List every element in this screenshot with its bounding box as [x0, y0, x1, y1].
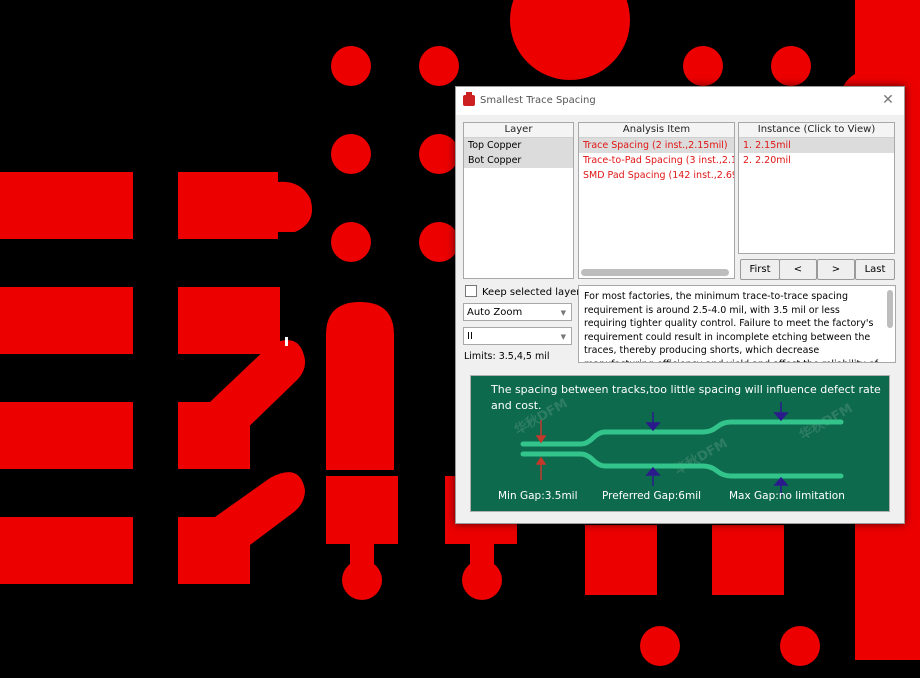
analysis-item-trace-to-pad[interactable]: Trace-to-Pad Spacing (3 inst.,2.15mil): [579, 153, 734, 168]
instance-item-2[interactable]: 2. 2.20mil: [739, 153, 894, 168]
analysis-item-smd-pad[interactable]: SMD Pad Spacing (142 inst.,2.69mil): [579, 168, 734, 183]
last-button[interactable]: Last: [855, 259, 895, 280]
trace-spacing-illustration: 华秋DFM 华秋DFM 华秋DFM The spacing between tr…: [470, 375, 890, 512]
zoom-select-value: Auto Zoom: [467, 307, 523, 318]
limits-text: Limits: 3.5,4,5 mil: [464, 351, 550, 362]
keep-selected-layers-label: Keep selected layers: [482, 287, 586, 298]
title-bar[interactable]: Smallest Trace Spacing ✕: [456, 87, 904, 115]
chevron-down-icon: ▼: [560, 333, 566, 341]
preferred-gap-label: Preferred Gap:6mil: [602, 490, 702, 502]
app-logo-icon: [463, 92, 475, 106]
instance-item-1[interactable]: 1. 2.15mil: [739, 138, 894, 153]
secondary-select[interactable]: II ▼: [463, 327, 572, 345]
horizontal-scrollbar[interactable]: [581, 269, 729, 276]
analysis-panel-header: Analysis Item: [579, 123, 734, 138]
max-gap-label: Max Gap:no limitation: [729, 490, 845, 502]
close-icon[interactable]: ✕: [880, 92, 896, 108]
instance-panel: Instance (Click to View) 1. 2.15mil 2. 2…: [738, 122, 895, 254]
description-text: For most factories, the minimum trace-to…: [584, 291, 878, 362]
analysis-item-trace-spacing[interactable]: Trace Spacing (2 inst.,2.15mil): [579, 138, 734, 153]
layer-item-bot-copper[interactable]: Bot Copper: [464, 153, 573, 168]
description-box[interactable]: For most factories, the minimum trace-to…: [578, 285, 896, 363]
secondary-select-value: II: [467, 331, 473, 342]
zoom-select[interactable]: Auto Zoom ▼: [463, 303, 572, 321]
chevron-down-icon: ▼: [560, 309, 566, 317]
vertical-scrollbar[interactable]: [887, 290, 893, 328]
analysis-item-panel: Analysis Item Trace Spacing (2 inst.,2.1…: [578, 122, 735, 279]
prev-button[interactable]: <: [779, 259, 817, 280]
keep-selected-layers-checkbox[interactable]: [465, 285, 477, 297]
layer-panel: Layer Top Copper Bot Copper: [463, 122, 574, 279]
dialog-title: Smallest Trace Spacing: [480, 95, 596, 106]
keep-selected-layers-option[interactable]: Keep selected layers: [465, 285, 586, 298]
next-button[interactable]: >: [817, 259, 855, 280]
layer-panel-header: Layer: [464, 123, 573, 138]
first-button[interactable]: First: [740, 259, 780, 280]
instance-panel-header: Instance (Click to View): [739, 123, 894, 138]
smallest-trace-spacing-dialog: Smallest Trace Spacing ✕ Layer Top Coppe…: [455, 86, 905, 524]
layer-item-top-copper[interactable]: Top Copper: [464, 138, 573, 153]
min-gap-label: Min Gap:3.5mil: [498, 490, 578, 502]
